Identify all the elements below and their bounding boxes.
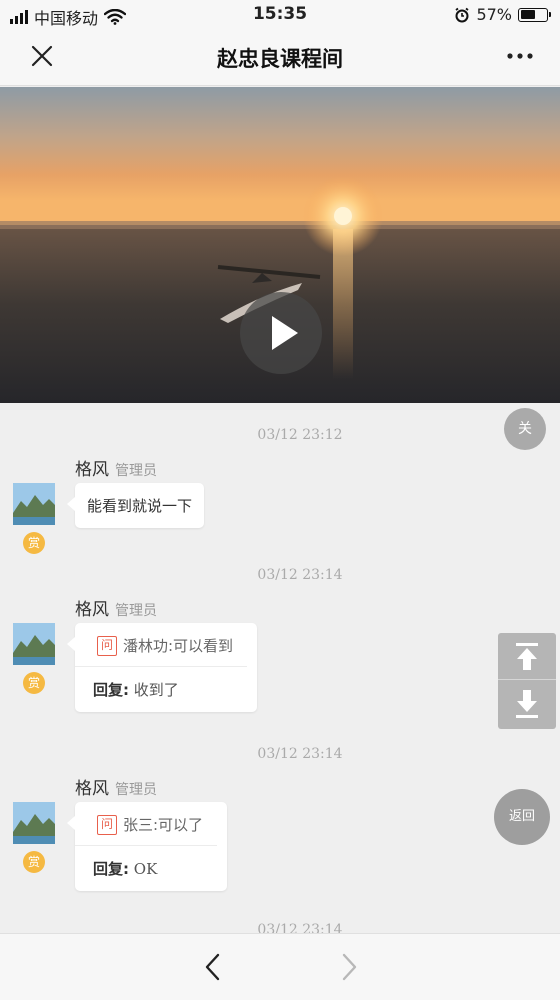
reply-label: 回复: xyxy=(93,681,129,699)
reply-text: OK xyxy=(133,860,158,878)
quoted-text: 张三:可以了 xyxy=(123,816,204,834)
back-button[interactable] xyxy=(196,950,230,984)
more-icon xyxy=(507,53,533,59)
nav-bar: 赵忠良课程间 xyxy=(0,30,560,86)
message-bubble: 问 潘林功:可以看到 回复: 收到了 xyxy=(66,623,258,712)
battery-icon xyxy=(518,7,551,22)
scroll-to-top-button[interactable] xyxy=(498,633,556,680)
page-title: 赵忠良课程间 xyxy=(217,47,343,71)
sender-line: 格风 管理员 xyxy=(75,595,157,620)
bottom-toolbar xyxy=(0,933,560,1000)
chevron-left-icon xyxy=(205,953,220,981)
avatar[interactable] xyxy=(13,802,55,844)
more-button[interactable] xyxy=(500,44,540,72)
sender-name: 格风 xyxy=(75,779,109,799)
reply-text: 收到了 xyxy=(133,681,179,699)
message-bubble: 问 张三:可以了 回复: OK xyxy=(66,802,228,891)
reply-line: 回复: OK xyxy=(75,846,227,891)
forward-button[interactable] xyxy=(332,950,366,984)
message-timestamp: 03/12 23:12 xyxy=(257,427,343,443)
chat-area[interactable]: 03/12 23:12 格风 管理员 赏 能看到就说一下 03/12 23:14 … xyxy=(0,403,560,933)
avatar-image xyxy=(13,483,55,525)
arrow-to-top-icon xyxy=(516,643,538,670)
sender-name: 格风 xyxy=(75,460,109,480)
status-bar: 中国移动 15:35 57% xyxy=(0,0,560,30)
avatar-image xyxy=(13,802,55,844)
reply-line: 回复: 收到了 xyxy=(75,667,257,712)
sender-name: 格风 xyxy=(75,600,109,620)
alarm-icon xyxy=(455,7,469,22)
sender-role: 管理员 xyxy=(115,463,157,479)
quoted-text: 潘林功:可以看到 xyxy=(123,637,234,655)
close-float-button[interactable]: 关 xyxy=(504,408,546,450)
message-timestamp: 03/12 23:14 xyxy=(257,922,343,933)
back-float-button[interactable]: 返回 xyxy=(494,789,550,845)
question-icon: 问 xyxy=(97,814,117,835)
scroll-panel xyxy=(498,633,556,729)
reward-badge[interactable]: 赏 xyxy=(23,672,45,694)
quoted-question: 问 潘林功:可以看到 xyxy=(75,623,248,667)
sender-line: 格风 管理员 xyxy=(75,455,157,480)
message-timestamp: 03/12 23:14 xyxy=(257,746,343,762)
quoted-question: 问 张三:可以了 xyxy=(75,802,218,846)
avatar[interactable] xyxy=(13,483,55,525)
play-button[interactable] xyxy=(240,292,322,374)
message-text: 能看到就说一下 xyxy=(87,497,193,515)
sender-role: 管理员 xyxy=(115,782,157,798)
question-icon: 问 xyxy=(97,635,117,656)
avatar-image xyxy=(13,623,55,665)
arrow-to-bottom-icon xyxy=(516,690,538,718)
sender-role: 管理员 xyxy=(115,603,157,619)
status-right: 57% xyxy=(454,5,551,24)
message-bubble: 能看到就说一下 xyxy=(66,483,205,528)
play-icon xyxy=(272,316,298,350)
battery-level xyxy=(520,10,535,19)
chevron-right-icon xyxy=(342,953,357,981)
reward-badge[interactable]: 赏 xyxy=(23,532,45,554)
battery-percent: 57% xyxy=(476,5,512,24)
avatar[interactable] xyxy=(13,623,55,665)
reply-label: 回复: xyxy=(93,860,129,878)
sender-line: 格风 管理员 xyxy=(75,774,157,799)
reward-badge[interactable]: 赏 xyxy=(23,851,45,873)
message-timestamp: 03/12 23:14 xyxy=(257,567,343,583)
video-player[interactable] xyxy=(0,87,560,403)
scroll-to-bottom-button[interactable] xyxy=(498,681,556,728)
